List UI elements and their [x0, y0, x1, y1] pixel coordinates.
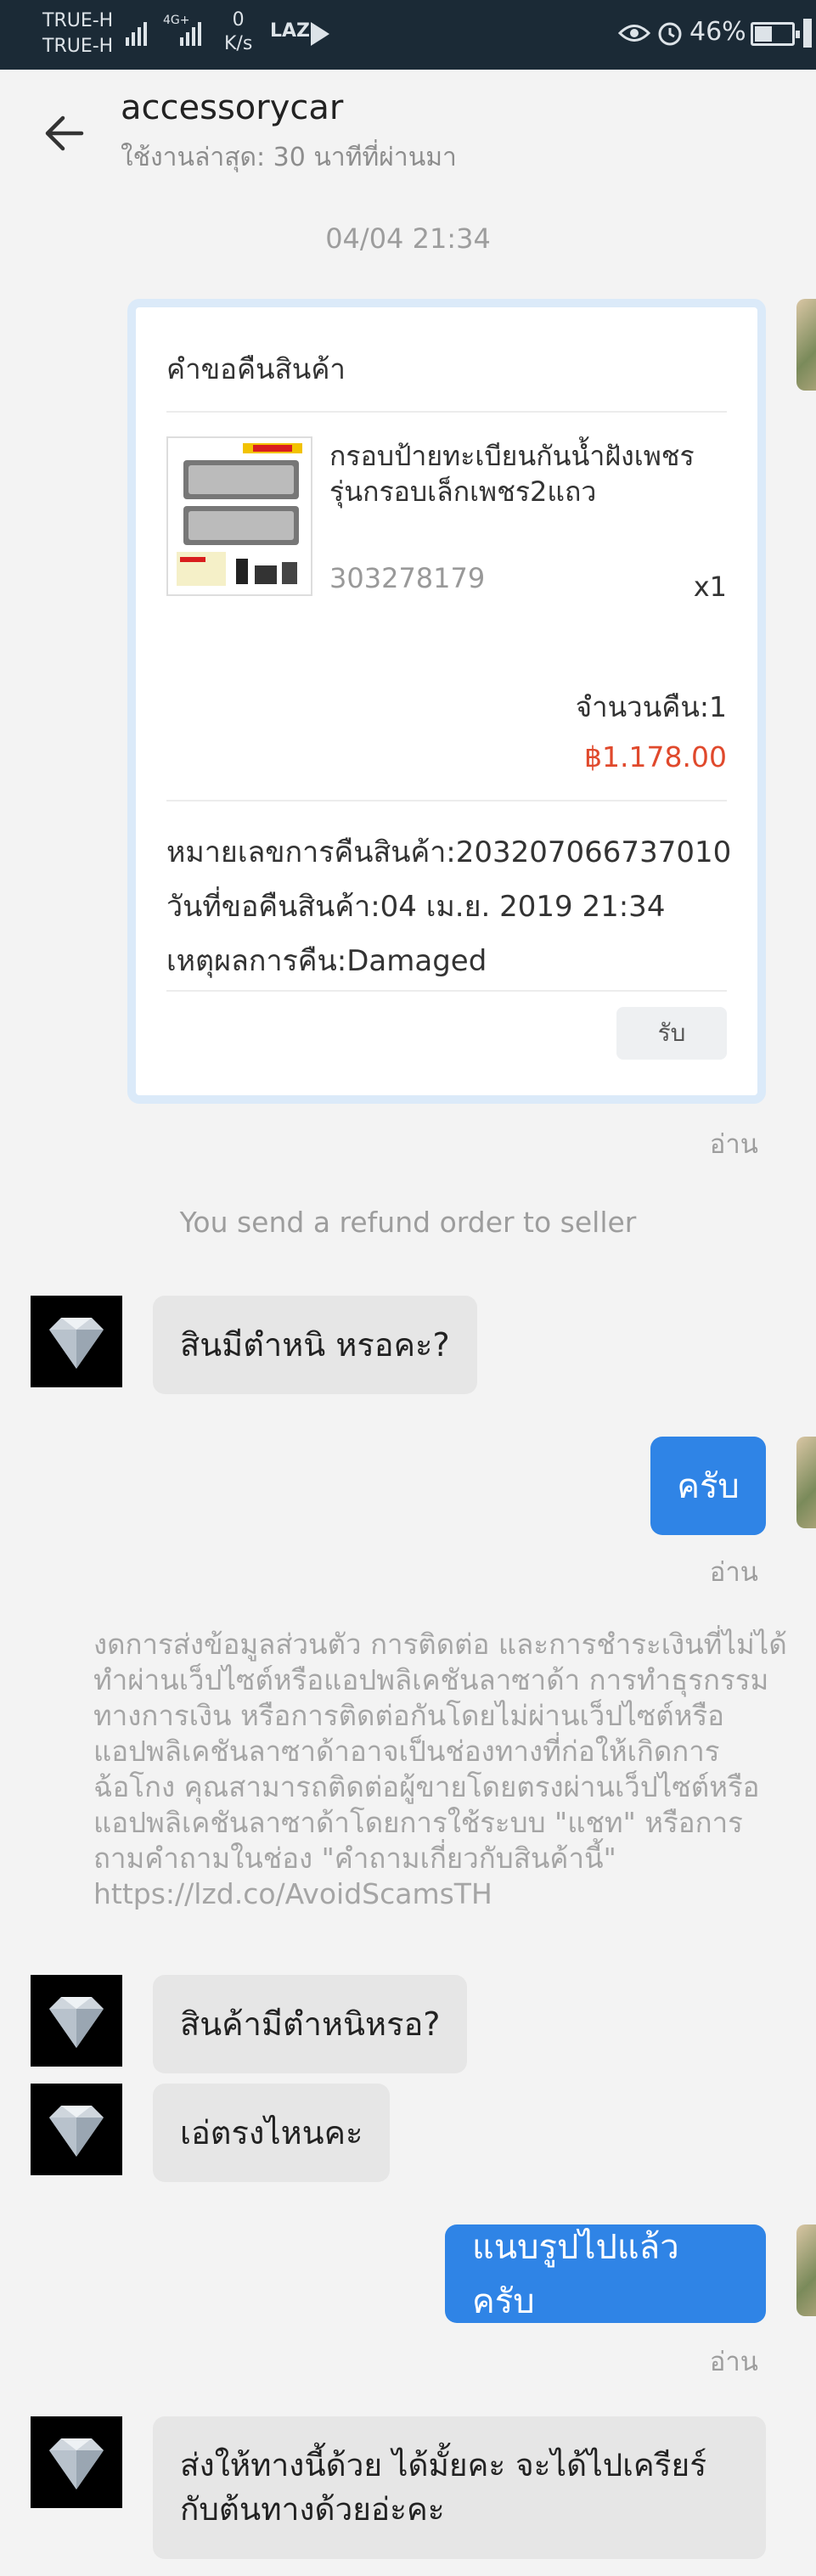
- receive-button[interactable]: รับ: [616, 1007, 727, 1060]
- battery-percent: 46%: [689, 17, 746, 47]
- seller-avatar[interactable]: [31, 1296, 122, 1387]
- laz-badge: LAZ: [270, 20, 310, 42]
- arrow-left-icon: [45, 115, 84, 151]
- battery-icon: [751, 22, 800, 46]
- my-avatar: [796, 1437, 816, 1528]
- back-button[interactable]: [36, 105, 92, 161]
- play-store-icon: [311, 22, 329, 46]
- diamond-icon: [31, 1975, 122, 2067]
- divider: [166, 990, 727, 992]
- message-bubble-incoming[interactable]: ส่งให้ทางนี้ด้วย ได้มั้ยคะ จะได้ไปเครียร…: [153, 2416, 766, 2559]
- scam-warning-notice: งดการส่งข้อมูลส่วนตัว การติดต่อ และการชำ…: [93, 1628, 787, 1910]
- divider: [166, 800, 727, 801]
- return-reason: เหตุผลการคืน:Damaged: [166, 944, 487, 978]
- seller-name[interactable]: accessorycar: [121, 88, 343, 127]
- signal-icon: [126, 15, 147, 46]
- message-bubble-incoming[interactable]: สินมีตำหนิ หรอคะ?: [153, 1296, 477, 1394]
- license-plate-frame-image: [168, 438, 311, 594]
- return-number: หมายเลขการคืนสินค้า:203207066737010: [166, 835, 732, 869]
- speed-value: 0: [232, 9, 245, 31]
- chat-header: accessorycar ใช้งานล่าสุด: 30 นาทีที่ผ่า…: [0, 70, 816, 188]
- diamond-icon: [31, 2084, 122, 2175]
- message-bubble-outgoing[interactable]: แนบรูปไปแล้วครับ: [445, 2224, 766, 2323]
- product-sku: 303278179: [329, 562, 486, 594]
- message-bubble-incoming[interactable]: เอ่ตรงไหนคะ: [153, 2084, 391, 2182]
- alarm-icon: [658, 22, 682, 46]
- return-price: ฿1.178.00: [584, 740, 727, 773]
- diamond-icon: [31, 1296, 122, 1387]
- network-speed: 0 K/s: [224, 8, 252, 56]
- seller-avatar[interactable]: [31, 2084, 122, 2175]
- message-bubble-outgoing[interactable]: ครับ: [650, 1437, 766, 1535]
- read-receipt: อ่าน: [709, 1129, 758, 1160]
- refund-request-card[interactable]: คำขอคืนสินค้า กรอบป้ายทะเบียนกันน้ำฝังเพ…: [127, 299, 766, 1104]
- system-message: You send a refund order to seller: [179, 1206, 637, 1239]
- carrier-1: TRUE-H: [42, 10, 114, 31]
- sim-icon: [803, 19, 812, 48]
- message-timestamp: 04/04 21:34: [325, 222, 491, 255]
- diamond-icon: [31, 2416, 122, 2508]
- speed-unit: K/s: [224, 33, 253, 54]
- seller-avatar[interactable]: [31, 2416, 122, 2508]
- status-bar: TRUE-H TRUE-H 4G+ 0 K/s LAZ 46%: [0, 0, 816, 70]
- divider: [166, 411, 727, 413]
- my-avatar: [796, 299, 816, 391]
- eye-icon: [618, 25, 650, 42]
- read-receipt: อ่าน: [709, 2347, 758, 2377]
- seller-avatar[interactable]: [31, 1975, 122, 2067]
- request-date: วันที่ขอคืนสินค้า:04 เม.ย. 2019 21:34: [166, 890, 666, 924]
- signal-icon-2: [180, 15, 201, 46]
- carrier-2: TRUE-H: [42, 36, 114, 57]
- product-quantity: x1: [693, 571, 727, 603]
- read-receipt: อ่าน: [709, 1557, 758, 1588]
- product-name[interactable]: กรอบป้ายทะเบียนกันน้ำฝังเพชร รุ่นกรอบเล็…: [329, 438, 720, 509]
- return-count: จำนวนคืน:1: [575, 690, 727, 723]
- message-bubble-incoming[interactable]: สินค้ามีตำหนิหรอ?: [153, 1975, 468, 2073]
- product-image[interactable]: [166, 436, 312, 596]
- carrier-label: TRUE-H TRUE-H: [42, 8, 113, 59]
- last-active: ใช้งานล่าสุด: 30 นาทีที่ผ่านมา: [121, 143, 457, 172]
- card-title: คำขอคืนสินค้า: [166, 352, 346, 385]
- my-avatar: [796, 2224, 816, 2316]
